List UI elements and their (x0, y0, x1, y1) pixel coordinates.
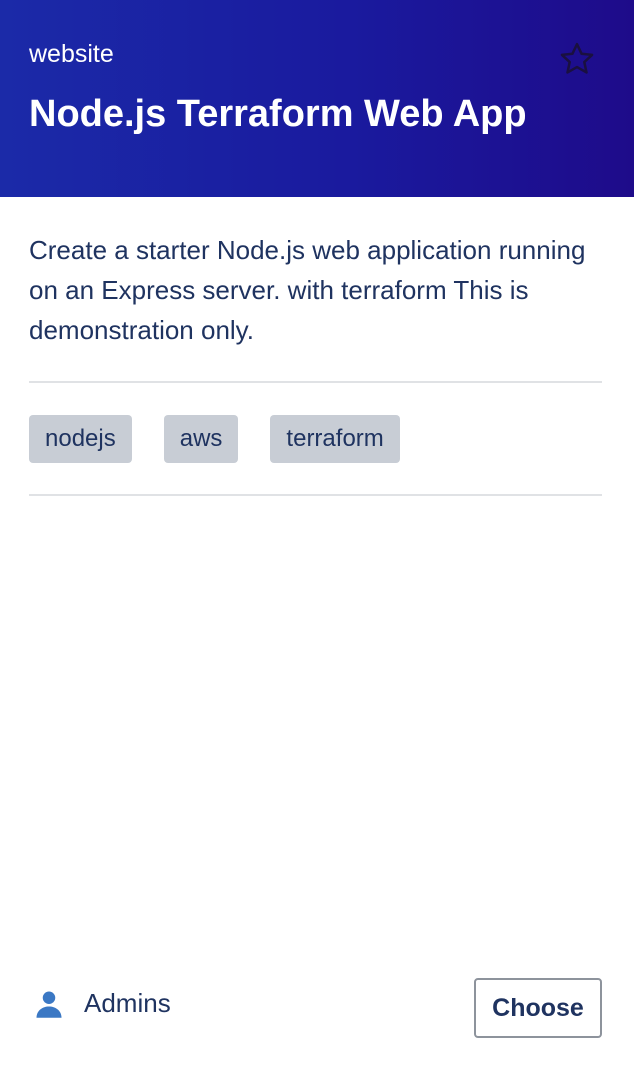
template-description: Create a starter Node.js web application… (29, 235, 586, 345)
template-title: Node.js Terraform Web App (29, 93, 527, 135)
choose-button[interactable]: Choose (474, 978, 602, 1038)
template-type-label: website (29, 40, 114, 68)
divider (29, 494, 602, 496)
owner-info: Admins (34, 988, 171, 1019)
owner-label: Admins (84, 988, 171, 1018)
tag-aws[interactable]: aws (163, 415, 239, 463)
user-icon (36, 991, 62, 1018)
tag-nodejs[interactable]: nodejs (29, 415, 132, 463)
card-header: website Node.js Terraform Web App (0, 0, 634, 197)
template-card: website Node.js Terraform Web App Create… (0, 0, 634, 1070)
tag-list: nodejs aws terraform (29, 415, 400, 463)
divider (29, 381, 602, 383)
tag-terraform[interactable]: terraform (270, 415, 400, 463)
star-icon (560, 42, 594, 74)
favorite-button[interactable] (556, 38, 598, 80)
